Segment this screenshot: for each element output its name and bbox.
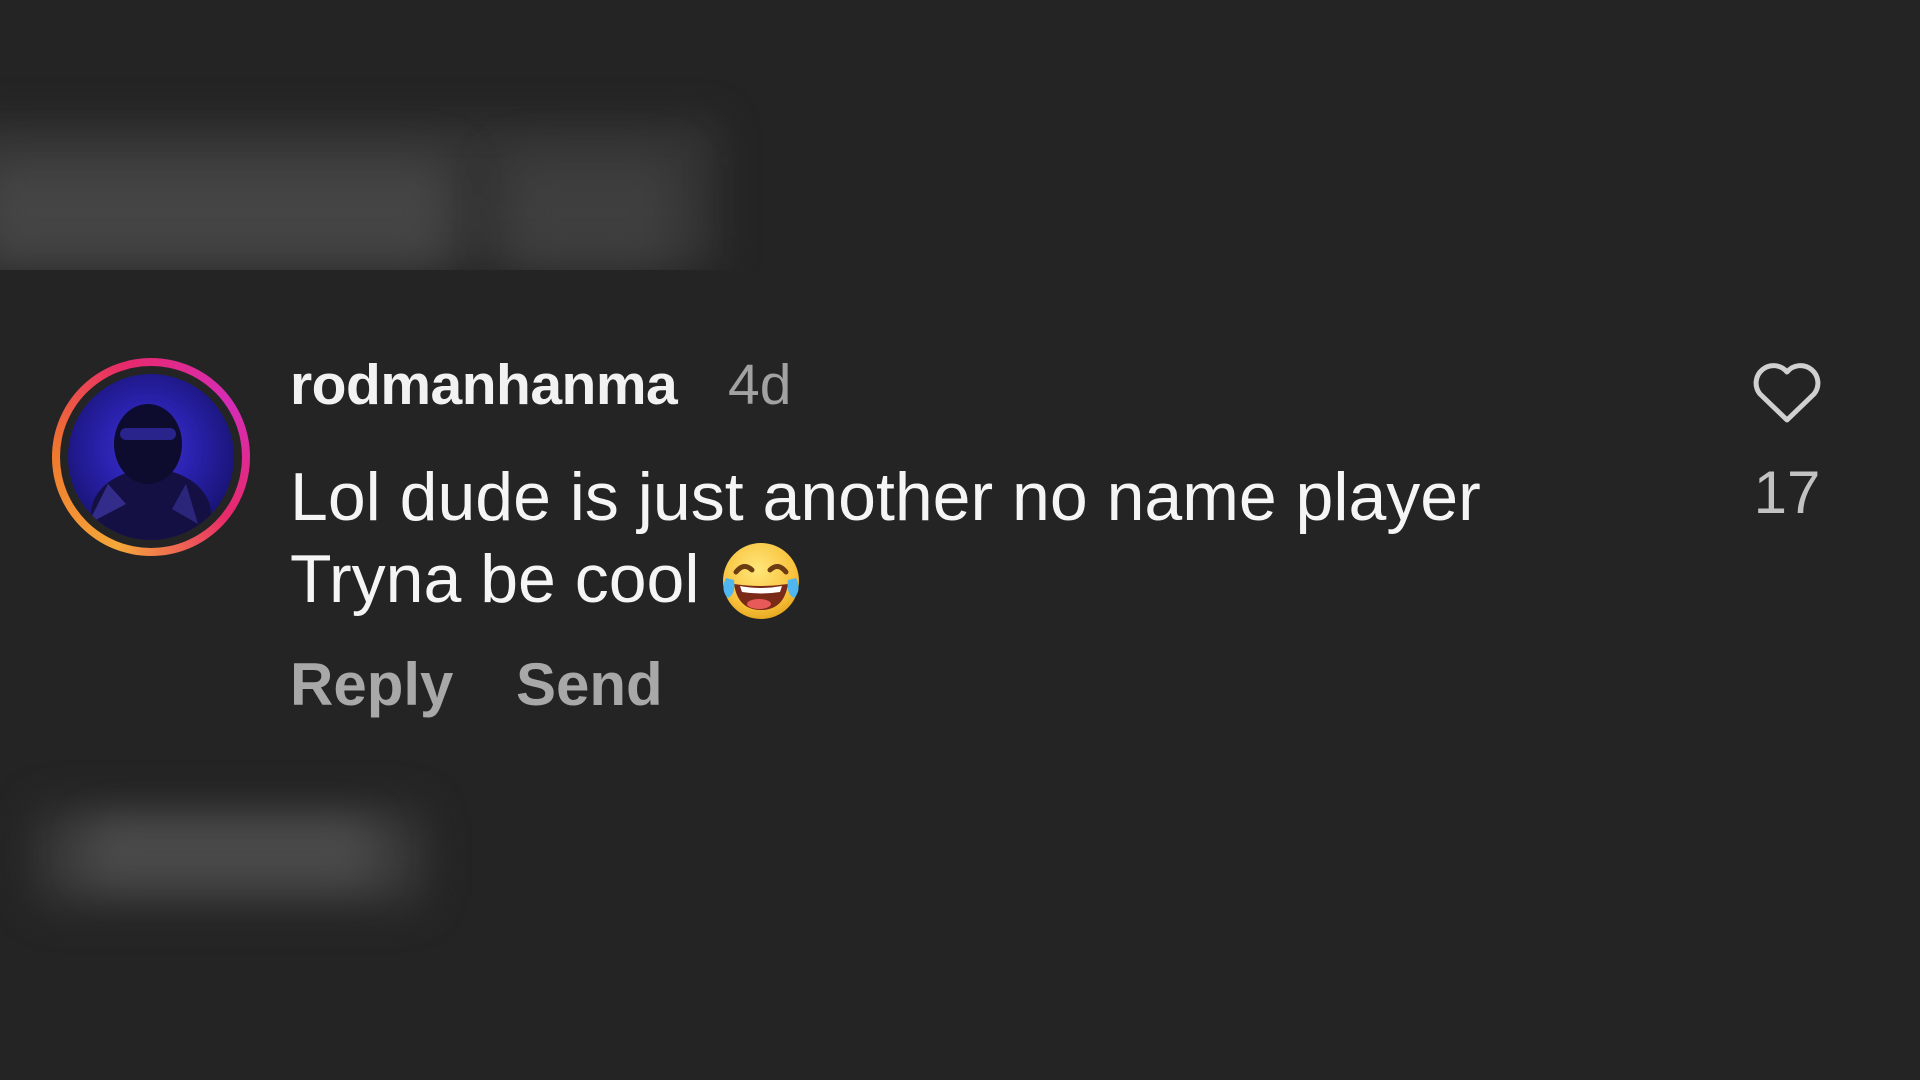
blurred-previous-comment-meta <box>505 160 675 265</box>
comment-timestamp: 4d <box>728 353 792 417</box>
avatar[interactable] <box>52 358 250 556</box>
like-count: 17 <box>1753 459 1821 526</box>
send-button[interactable]: Send <box>516 650 663 719</box>
heart-outline-icon[interactable] <box>1750 360 1824 426</box>
comment-text-line-2: Tryna be cool <box>290 541 700 617</box>
avatar-figure-icon <box>88 404 211 540</box>
reply-button[interactable]: Reply <box>290 650 453 719</box>
avatar-photo <box>68 374 234 540</box>
blurred-next-comment-text <box>90 822 370 882</box>
tears-of-joy-emoji-icon <box>723 543 799 619</box>
comment-item <box>0 270 1920 810</box>
blurred-previous-comment-text <box>0 160 450 265</box>
comment-text-line-1: Lol dude is just another no name player <box>290 459 1481 535</box>
comment-username[interactable]: rodmanhanma <box>290 352 678 418</box>
